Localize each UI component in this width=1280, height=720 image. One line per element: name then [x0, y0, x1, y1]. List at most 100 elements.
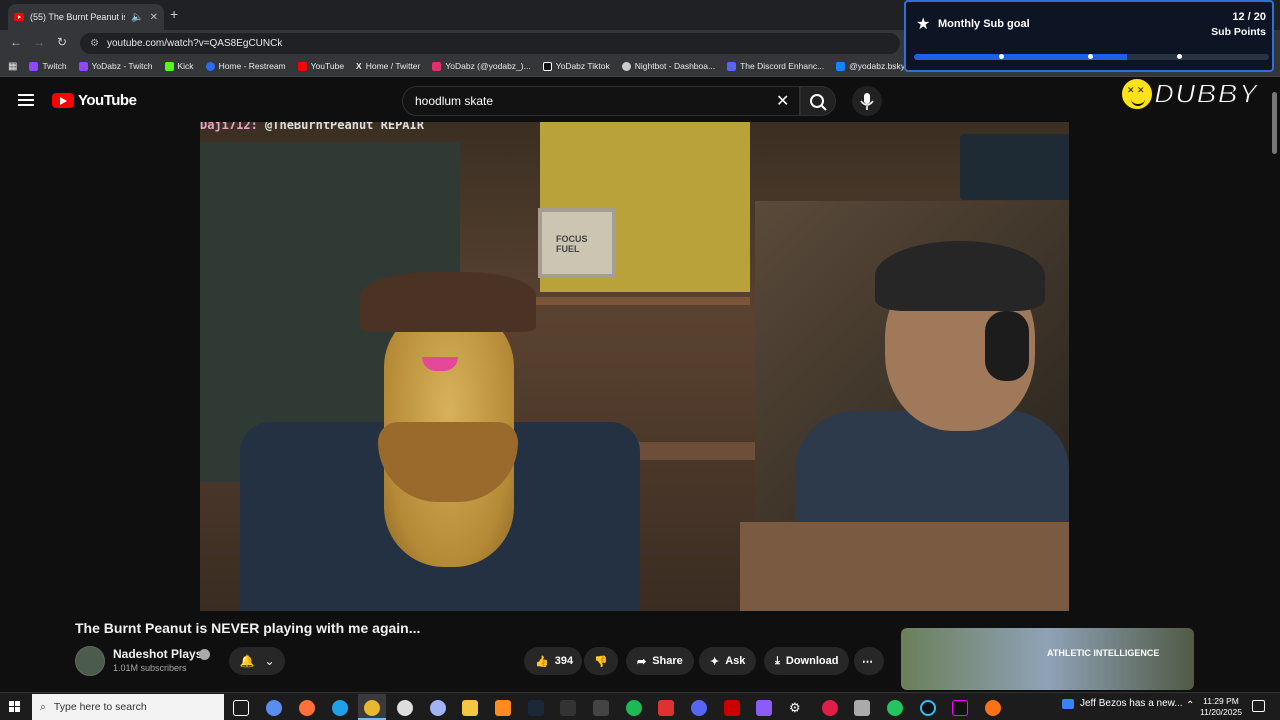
bluesky-icon — [836, 61, 846, 71]
bookmark-instagram[interactable]: YoDabz (@yodabz_)... — [432, 61, 531, 71]
like-count: 394 — [554, 655, 574, 667]
kick-icon — [164, 61, 174, 71]
discord-icon[interactable] — [691, 700, 707, 716]
menu-icon[interactable] — [18, 94, 34, 106]
channel-avatar[interactable] — [75, 646, 105, 676]
restream-icon — [205, 61, 215, 71]
epic-games-icon[interactable] — [560, 700, 576, 716]
thumbs-up-icon: 👍 — [535, 655, 549, 668]
goal-marker — [999, 54, 1004, 59]
browser-tab[interactable]: (55) The Burnt Peanut is NE 🔈 ✕ — [8, 4, 164, 30]
notification-bell-button[interactable]: 🔔 ⌄ — [229, 647, 285, 675]
app-icon[interactable] — [854, 700, 870, 716]
download-icon: ⤓ — [775, 654, 780, 667]
forward-arrow-icon[interactable]: → — [33, 35, 45, 49]
spotify-icon[interactable] — [626, 700, 642, 716]
app-icon[interactable] — [593, 700, 609, 716]
tiktok-icon[interactable] — [952, 700, 968, 716]
recommended-video-thumbnail[interactable]: ATHLETIC INTELLIGENCE — [901, 628, 1194, 690]
apps-grid-icon[interactable]: ▦ — [8, 61, 17, 72]
voice-search-button[interactable] — [852, 86, 882, 116]
channel-name[interactable]: Nadeshot Plays — [113, 647, 202, 661]
firefox-icon[interactable] — [299, 700, 315, 716]
bookmark-twitter[interactable]: X Home / Twitter — [356, 61, 420, 71]
task-view-icon[interactable] — [233, 700, 249, 716]
sub-goal-overlay: ★ Monthly Sub goal 12 / 20 Sub Points — [904, 0, 1274, 72]
file-explorer-icon[interactable] — [462, 700, 478, 716]
more-actions-button[interactable]: ⋯ — [854, 647, 884, 675]
more-icon: ⋯ — [862, 655, 873, 668]
ask-button[interactable]: ✦ Ask — [699, 647, 757, 675]
app-icon[interactable] — [887, 700, 903, 716]
site-info-icon[interactable]: ⚙ — [90, 38, 99, 49]
youtube-header: YouTube hoodlum skate ✕ — [0, 78, 1280, 122]
download-button[interactable]: ⤓ Download — [764, 647, 850, 675]
video-title: The Burnt Peanut is NEVER playing with m… — [75, 620, 421, 636]
app-icon[interactable] — [495, 700, 511, 716]
clock-date: 11/20/2025 — [1200, 707, 1242, 717]
taskbar-clock[interactable]: 11:29 PM 11/20/2025 — [1196, 696, 1246, 718]
goal-marker — [1088, 54, 1093, 59]
sub-goal-label: Monthly Sub goal — [938, 18, 1030, 30]
bookmark-yodabz-twitch[interactable]: YoDabz - Twitch — [78, 61, 153, 71]
mute-icon[interactable]: 🔈 — [131, 12, 143, 23]
taskbar-news-widget[interactable]: Jeff Bezos has a new... — [1062, 698, 1183, 709]
microphone-icon — [860, 93, 874, 110]
page-scrollbar[interactable] — [1270, 85, 1278, 691]
globe-icon[interactable] — [430, 700, 446, 716]
chrome-icon[interactable] — [364, 700, 380, 716]
dislike-button[interactable]: 👎 — [584, 647, 618, 675]
twitch-icon — [29, 61, 39, 71]
app-icon[interactable] — [724, 700, 740, 716]
bookmark-restream[interactable]: Home - Restream — [205, 61, 286, 71]
sub-goal-count: 12 / 20 — [1232, 11, 1266, 23]
copilot-icon[interactable] — [266, 700, 282, 716]
bookmark-tiktok[interactable]: YoDabz Tiktok — [542, 61, 610, 71]
verified-badge-icon — [199, 649, 210, 660]
settings-gear-icon[interactable]: ⚙ — [789, 700, 805, 716]
reload-icon[interactable]: ↻ — [57, 35, 67, 49]
taskbar-search-placeholder: Type here to search — [53, 701, 147, 713]
back-arrow-icon[interactable]: ← — [10, 35, 22, 49]
peanut-hat — [360, 272, 536, 332]
obs-icon[interactable] — [397, 700, 413, 716]
video-chat-caption: Daji712: @TheBurntPeanut REPAIR — [200, 122, 424, 132]
new-tab-button[interactable]: + — [170, 6, 178, 22]
app-icon[interactable] — [985, 700, 1001, 716]
video-player[interactable]: FOCUS FUEL Daji712: @TheBurntPeanut REPA… — [200, 122, 1069, 611]
bookmark-nightbot[interactable]: Nightbot - Dashboa... — [621, 61, 715, 71]
bookmark-twitch[interactable]: Twitch — [29, 61, 67, 71]
bookmark-kick[interactable]: Kick — [164, 61, 194, 71]
steam-icon[interactable] — [528, 700, 544, 716]
clear-search-icon[interactable]: ✕ — [776, 91, 789, 111]
share-button[interactable]: ➦ Share — [626, 647, 694, 675]
taskbar-search[interactable]: ⌕ Type here to search — [32, 694, 224, 720]
like-button[interactable]: 👍 394 — [524, 647, 582, 675]
twitch-icon — [78, 61, 88, 71]
search-button[interactable] — [800, 86, 836, 116]
streamer-cap — [875, 241, 1045, 311]
youtube-play-icon — [52, 93, 74, 108]
app-icon[interactable] — [756, 700, 772, 716]
app-icon[interactable] — [822, 700, 838, 716]
scrollbar-thumb[interactable] — [1272, 92, 1277, 154]
windows-start-icon[interactable] — [9, 701, 21, 713]
app-icon[interactable] — [658, 700, 674, 716]
bookmark-youtube[interactable]: YouTube — [297, 61, 344, 71]
app-icon[interactable] — [920, 700, 936, 716]
edge-icon[interactable] — [332, 700, 348, 716]
chevron-up-icon[interactable]: ⌃ — [1186, 700, 1194, 711]
sub-goal-unit: Sub Points — [1211, 26, 1266, 38]
tab-title: (55) The Burnt Peanut is NE — [30, 12, 125, 22]
close-tab-icon[interactable]: ✕ — [150, 12, 158, 23]
clock-time: 11:29 PM — [1203, 696, 1239, 706]
search-icon — [810, 94, 827, 111]
bookmark-discord-enhancement[interactable]: The Discord Enhanc... — [727, 61, 824, 71]
address-bar[interactable]: ⚙ youtube.com/watch?v=QAS8EgCUNCk — [80, 33, 900, 54]
video-scene-floor — [740, 522, 1069, 611]
search-input[interactable]: hoodlum skate — [402, 86, 800, 116]
notification-icon[interactable] — [1252, 700, 1265, 712]
address-url: youtube.com/watch?v=QAS8EgCUNCk — [106, 38, 283, 49]
share-icon: ➦ — [637, 655, 647, 668]
youtube-logo[interactable]: YouTube — [52, 92, 137, 109]
